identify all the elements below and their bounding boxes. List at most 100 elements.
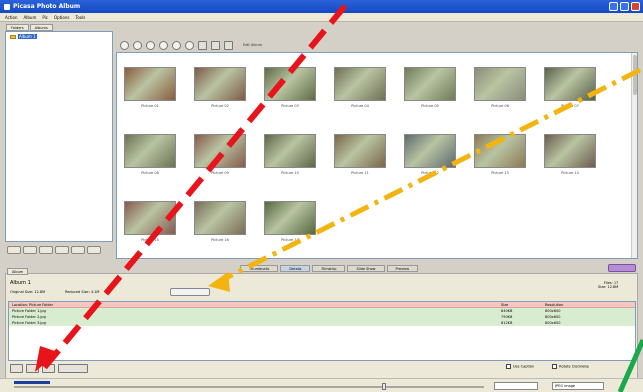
photo-thumbnail[interactable]: Picture 07 <box>544 67 596 108</box>
format-combo[interactable]: JPEG image <box>552 382 604 390</box>
move-down-button[interactable] <box>71 246 85 254</box>
photo-thumbnail[interactable]: Picture 05 <box>404 67 456 108</box>
window-controls <box>609 2 640 11</box>
list-view-icon[interactable] <box>211 40 220 50</box>
menu-tools[interactable]: Tools <box>75 15 85 20</box>
vertical-scrollbar[interactable] <box>631 53 637 258</box>
photo-thumbnail[interactable]: Picture 10 <box>264 134 316 175</box>
menu-pic[interactable]: Pic <box>42 15 48 20</box>
rotate-icon[interactable] <box>172 40 181 50</box>
tab-album[interactable]: Album <box>7 268 29 275</box>
rename-album-button[interactable] <box>23 246 37 254</box>
slider-knob[interactable] <box>382 383 386 390</box>
add-button[interactable] <box>10 364 23 373</box>
export-button[interactable] <box>608 264 636 272</box>
photo-thumbnail[interactable]: Picture 14 <box>544 134 596 175</box>
back-icon[interactable] <box>120 40 129 50</box>
photo-caption: Picture 03 <box>281 104 299 108</box>
zoom-slider[interactable] <box>14 383 484 390</box>
photo-image <box>404 67 456 101</box>
left-tabs: Folders Albums <box>6 24 53 31</box>
minimize-button[interactable] <box>609 2 618 11</box>
tab-thumbnails[interactable]: Thumbnails <box>240 265 279 272</box>
album-summary: Files: 17 Size: 12.8M <box>598 281 618 289</box>
photo-thumbnail[interactable]: Picture 11 <box>334 134 386 175</box>
photo-image <box>264 67 316 101</box>
photo-thumbnail[interactable]: Picture 17 <box>264 201 316 242</box>
tab-albums[interactable]: Albums <box>29 24 53 31</box>
app-icon <box>4 3 10 10</box>
rotate-checkbox[interactable]: Rotate Clockwise <box>552 364 589 369</box>
photo-thumbnail[interactable]: Picture 01 <box>124 67 176 108</box>
menu-bar: Action Album Pic Options Tools <box>0 13 643 22</box>
original-size: Original Size: 12.8M <box>10 290 46 294</box>
column-resolution[interactable]: Resolution <box>545 303 605 307</box>
album-size-info: Original Size: 12.8M Reduced Size: 4.1M <box>10 290 99 294</box>
new-album-button[interactable] <box>7 246 21 254</box>
photo-thumbnail[interactable]: Picture 02 <box>194 67 246 108</box>
tab-details[interactable]: Details <box>280 265 311 272</box>
size-combo[interactable] <box>494 382 538 390</box>
photo-thumbnail[interactable]: Picture 09 <box>194 134 246 175</box>
refresh-icon[interactable] <box>133 40 142 50</box>
column-size[interactable]: Size <box>501 303 545 307</box>
progress-bar <box>14 381 50 384</box>
up-button[interactable] <box>42 364 55 373</box>
photo-image <box>124 67 176 101</box>
album-title: Album 1 <box>10 280 31 286</box>
menu-action[interactable]: Action <box>5 15 18 20</box>
photo-caption: Picture 01 <box>141 104 159 108</box>
checkbox-icon[interactable] <box>552 364 558 369</box>
scrollbar-thumb[interactable] <box>633 55 637 95</box>
grid-view-icon[interactable] <box>198 40 207 50</box>
photo-thumbnail[interactable]: Picture 15 <box>124 201 176 242</box>
view-tabs: Thumbnails Details Filmstrip Slide Show … <box>240 265 419 272</box>
edit-icon[interactable] <box>159 40 168 50</box>
photo-caption: Picture 06 <box>491 104 509 108</box>
photo-caption: Picture 09 <box>211 171 229 175</box>
detail-view-icon[interactable] <box>224 40 233 50</box>
tree-item-album-1[interactable]: Album 1 <box>6 32 112 41</box>
photo-thumbnail[interactable]: Picture 06 <box>474 67 526 108</box>
edit-details-button[interactable] <box>58 364 88 373</box>
use-caption-label: Use Caption <box>513 364 535 369</box>
photo-image <box>194 67 246 101</box>
cell-name: Picture Folder 3.jpg <box>12 321 46 325</box>
tab-slide-show[interactable]: Slide Show <box>347 265 385 272</box>
photo-thumbnail[interactable]: Picture 16 <box>194 201 246 242</box>
use-caption-checkbox[interactable]: Use Caption <box>506 364 534 369</box>
table-row[interactable]: Picture Folder 3.jpg 812KB 800x600 <box>9 320 635 326</box>
photo-caption: Picture 05 <box>421 104 439 108</box>
column-location[interactable]: Location: Picture Folder <box>9 303 501 307</box>
menu-album[interactable]: Album <box>24 15 37 20</box>
cell-size: 790KB <box>501 315 513 319</box>
delete-album-button[interactable] <box>39 246 53 254</box>
album-settings-button[interactable] <box>170 288 210 296</box>
menu-options[interactable]: Options <box>54 15 69 20</box>
photo-caption: Picture 11 <box>351 171 369 175</box>
photo-thumbnail[interactable]: Picture 08 <box>124 134 176 175</box>
photo-image <box>334 134 386 168</box>
photo-thumbnail[interactable]: Picture 03 <box>264 67 316 108</box>
tab-folders[interactable]: Folders <box>6 24 29 31</box>
thumbnail-gallery: Picture 01 Picture 02 Picture 03 Picture 04… <box>116 52 638 259</box>
options-checkboxes: Use Caption Rotate Clockwise <box>506 364 589 369</box>
photo-thumbnail[interactable]: Picture 04 <box>334 67 386 108</box>
bottom-buttons <box>10 364 88 373</box>
home-icon[interactable] <box>146 40 155 50</box>
photo-caption: Picture 13 <box>491 171 509 175</box>
maximize-button[interactable] <box>620 2 629 11</box>
photo-caption: Picture 02 <box>211 104 229 108</box>
move-up-button[interactable] <box>55 246 69 254</box>
photo-thumbnail[interactable]: Picture 12 <box>404 134 456 175</box>
checkbox-icon[interactable] <box>506 364 511 369</box>
remove-button[interactable] <box>26 364 39 373</box>
photo-thumbnail[interactable]: Picture 13 <box>474 134 526 175</box>
tab-preview[interactable]: Preview <box>386 265 419 272</box>
properties-button[interactable] <box>87 246 101 254</box>
tab-filmstrip[interactable]: Filmstrip <box>312 265 346 272</box>
rotate-label: Rotate Clockwise <box>559 364 590 369</box>
photo-caption: Picture 12 <box>421 171 439 175</box>
zoom-icon[interactable] <box>185 40 194 50</box>
close-button[interactable] <box>631 2 640 11</box>
